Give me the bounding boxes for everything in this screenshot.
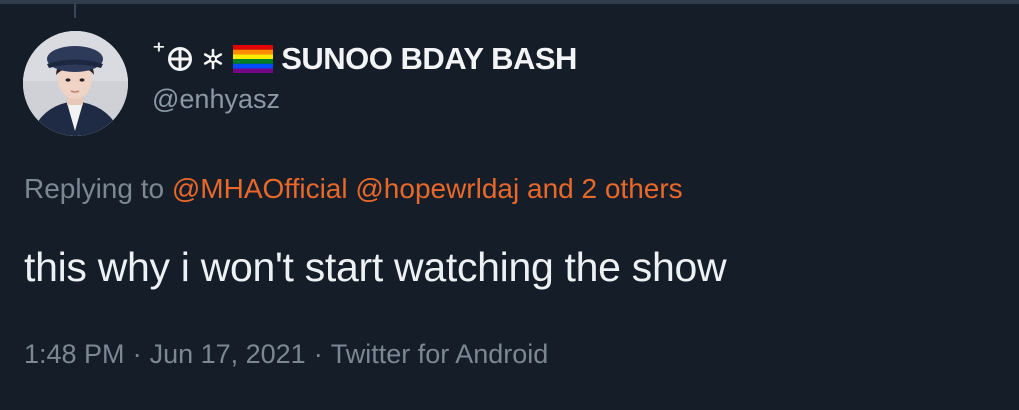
- name-prefix-glyph: ⁺: [152, 35, 166, 66]
- tweet-metadata: 1:48 PM · Jun 17, 2021 · Twitter for Android: [24, 339, 548, 370]
- mention-link-others[interactable]: 2 others: [582, 173, 683, 204]
- display-name[interactable]: ⁺ SUNOO BDAY BASH: [152, 36, 577, 78]
- replying-to-and: and: [527, 173, 574, 204]
- tweet-source[interactable]: Twitter for Android: [331, 339, 549, 369]
- display-name-text: SUNOO BDAY BASH: [281, 41, 577, 76]
- circled-cross-icon: [167, 46, 193, 72]
- meta-separator: ·: [313, 339, 323, 369]
- replying-to-label: Replying to: [24, 173, 165, 204]
- avatar-image: [23, 31, 128, 136]
- tweet-date[interactable]: Jun 17, 2021: [150, 339, 306, 369]
- rainbow-flag-icon: [233, 45, 274, 73]
- tweet-text: this why i won't start watching the show: [24, 244, 727, 290]
- user-handle[interactable]: @enhyasz: [152, 84, 280, 115]
- mention-link-mhaofficial[interactable]: @MHAOfficial: [172, 173, 348, 204]
- replying-to-line: Replying to @MHAOfficial @hopewrldaj and…: [24, 173, 683, 205]
- top-divider: [0, 0, 1019, 4]
- tweet-time[interactable]: 1:48 PM: [24, 339, 125, 369]
- snowflake-icon: [201, 47, 225, 71]
- meta-separator: ·: [132, 339, 142, 369]
- mention-link-hopewrldaj[interactable]: @hopewrldaj: [355, 173, 519, 204]
- thread-connector-line: [74, 4, 76, 18]
- avatar[interactable]: [23, 31, 128, 136]
